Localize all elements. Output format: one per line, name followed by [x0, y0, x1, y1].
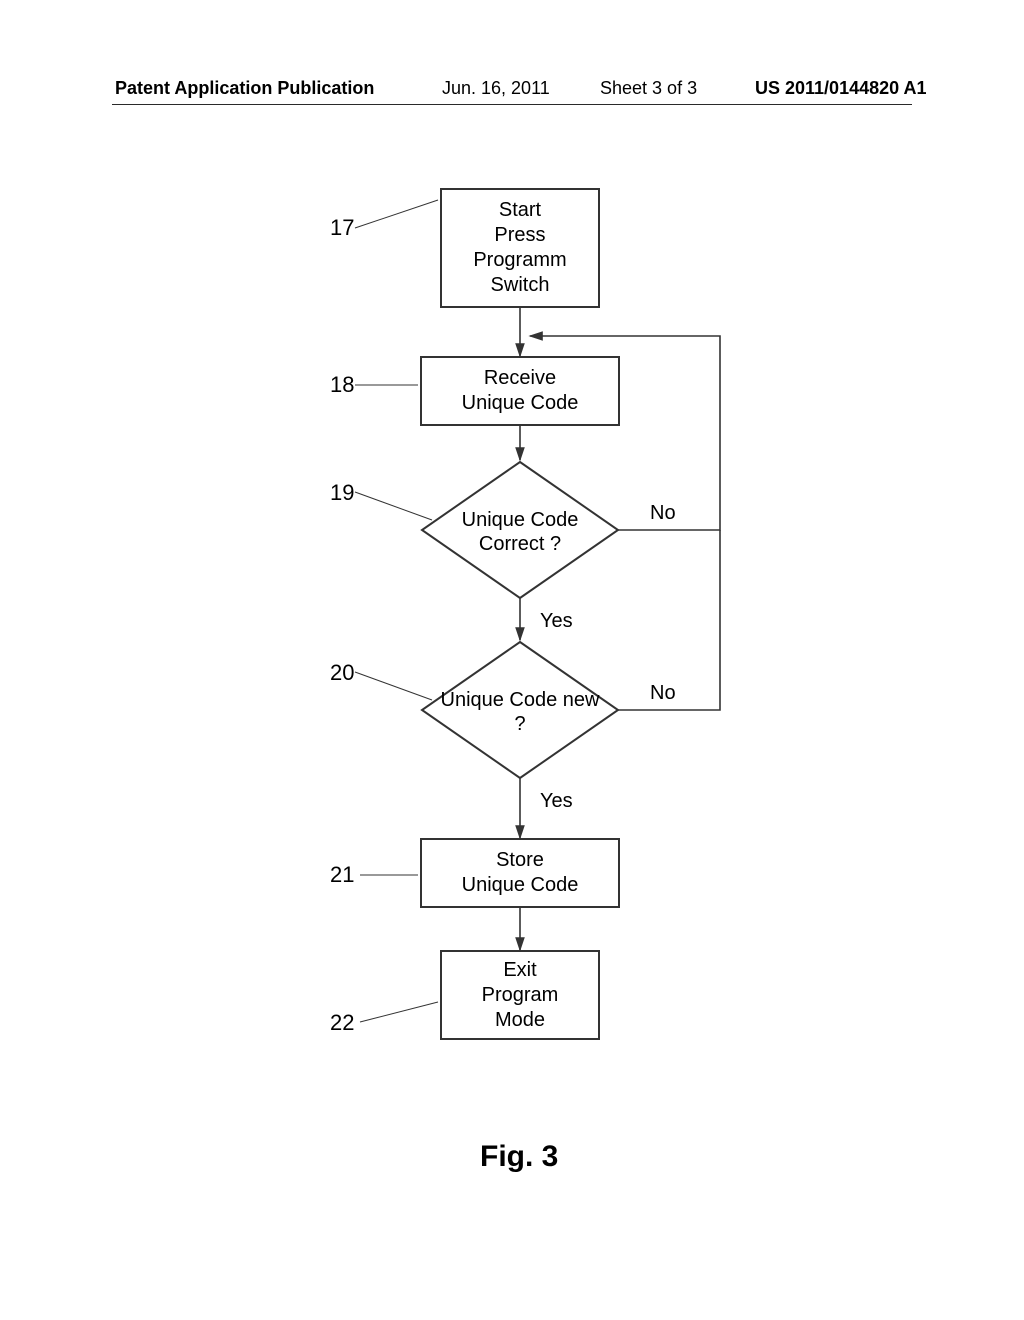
flow-node-22-text: Exit Program Mode [482, 958, 559, 1033]
flow-node-21-text: Store Unique Code [462, 848, 579, 898]
edge-20-yes: Yes [540, 790, 573, 813]
edge-19-no: No [650, 502, 676, 525]
flow-node-18: Receive Unique Code [420, 356, 620, 426]
figure-caption: Fig. 3 [480, 1140, 558, 1174]
ref-21: 21 [330, 862, 354, 888]
flow-node-17-text: Start Press Programm Switch [473, 198, 566, 298]
flow-node-18-text: Receive Unique Code [462, 366, 579, 416]
ref-17: 17 [330, 215, 354, 241]
edge-20-no: No [650, 682, 676, 705]
edge-19-yes: Yes [540, 610, 573, 633]
flow-node-21: Store Unique Code [420, 838, 620, 908]
ref-19: 19 [330, 480, 354, 506]
flow-node-19-text: Unique Code Correct ? [440, 508, 600, 556]
ref-18: 18 [330, 372, 354, 398]
flow-node-20-text: Unique Code new ? [440, 688, 600, 736]
flowchart-canvas: Start Press Programm Switch 17 Receive U… [0, 0, 1024, 1320]
ref-20: 20 [330, 660, 354, 686]
flow-node-22: Exit Program Mode [440, 950, 600, 1040]
flow-node-17: Start Press Programm Switch [440, 188, 600, 308]
ref-22: 22 [330, 1010, 354, 1036]
